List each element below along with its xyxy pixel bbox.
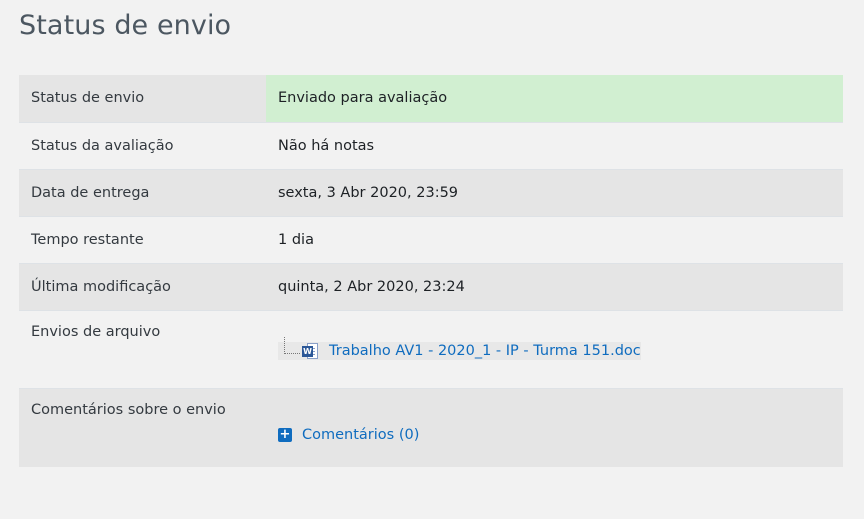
page-title: Status de envio xyxy=(19,10,232,41)
row-label: Tempo restante xyxy=(19,216,266,263)
plus-square-icon: + xyxy=(278,426,292,442)
row-label: Status de envio xyxy=(19,75,266,122)
file-link[interactable]: Trabalho AV1 - 2020_1 - IP - Turma 151.d… xyxy=(329,343,641,359)
row-label: Envios de arquivo xyxy=(19,310,266,388)
file-submissions-cell: W Trabalho AV1 - 2020_1 - IP - Turma 151… xyxy=(266,310,843,388)
due-date-value: sexta, 3 Abr 2020, 23:59 xyxy=(266,169,843,216)
row-label: Última modificação xyxy=(19,263,266,310)
table-row-due-date: Data de entrega sexta, 3 Abr 2020, 23:59 xyxy=(19,169,843,216)
submission-status-table: Status de envio Enviado para avaliação S… xyxy=(19,75,843,467)
time-remaining-value: 1 dia xyxy=(266,216,843,263)
table-row-time-remaining: Tempo restante 1 dia xyxy=(19,216,843,263)
last-modified-value: quinta, 2 Abr 2020, 23:24 xyxy=(266,263,843,310)
submission-comments-cell: + Comentários (0) xyxy=(266,388,843,467)
submission-status-value: Enviado para avaliação xyxy=(266,75,843,122)
comments-label: Comentários (0) xyxy=(302,426,420,443)
table-row-grading-status: Status da avaliação Não há notas xyxy=(19,122,843,169)
table-row-submission-comments: Comentários sobre o envio + Comentários … xyxy=(19,388,843,467)
row-label: Data de entrega xyxy=(19,169,266,216)
row-label: Status da avaliação xyxy=(19,122,266,169)
table-row-file-submissions: Envios de arquivo W Trabalho AV1 - 2020_… xyxy=(19,310,843,388)
row-label: Comentários sobre o envio xyxy=(19,388,266,467)
grading-status-value: Não há notas xyxy=(266,122,843,169)
tree-connector xyxy=(284,336,300,354)
file-tree-item: W Trabalho AV1 - 2020_1 - IP - Turma 151… xyxy=(278,336,641,360)
comments-toggle-link[interactable]: + Comentários (0) xyxy=(278,427,419,443)
word-document-icon: W xyxy=(302,343,318,359)
table-row-submission-status: Status de envio Enviado para avaliação xyxy=(19,75,843,122)
table-row-last-modified: Última modificação quinta, 2 Abr 2020, 2… xyxy=(19,263,843,310)
